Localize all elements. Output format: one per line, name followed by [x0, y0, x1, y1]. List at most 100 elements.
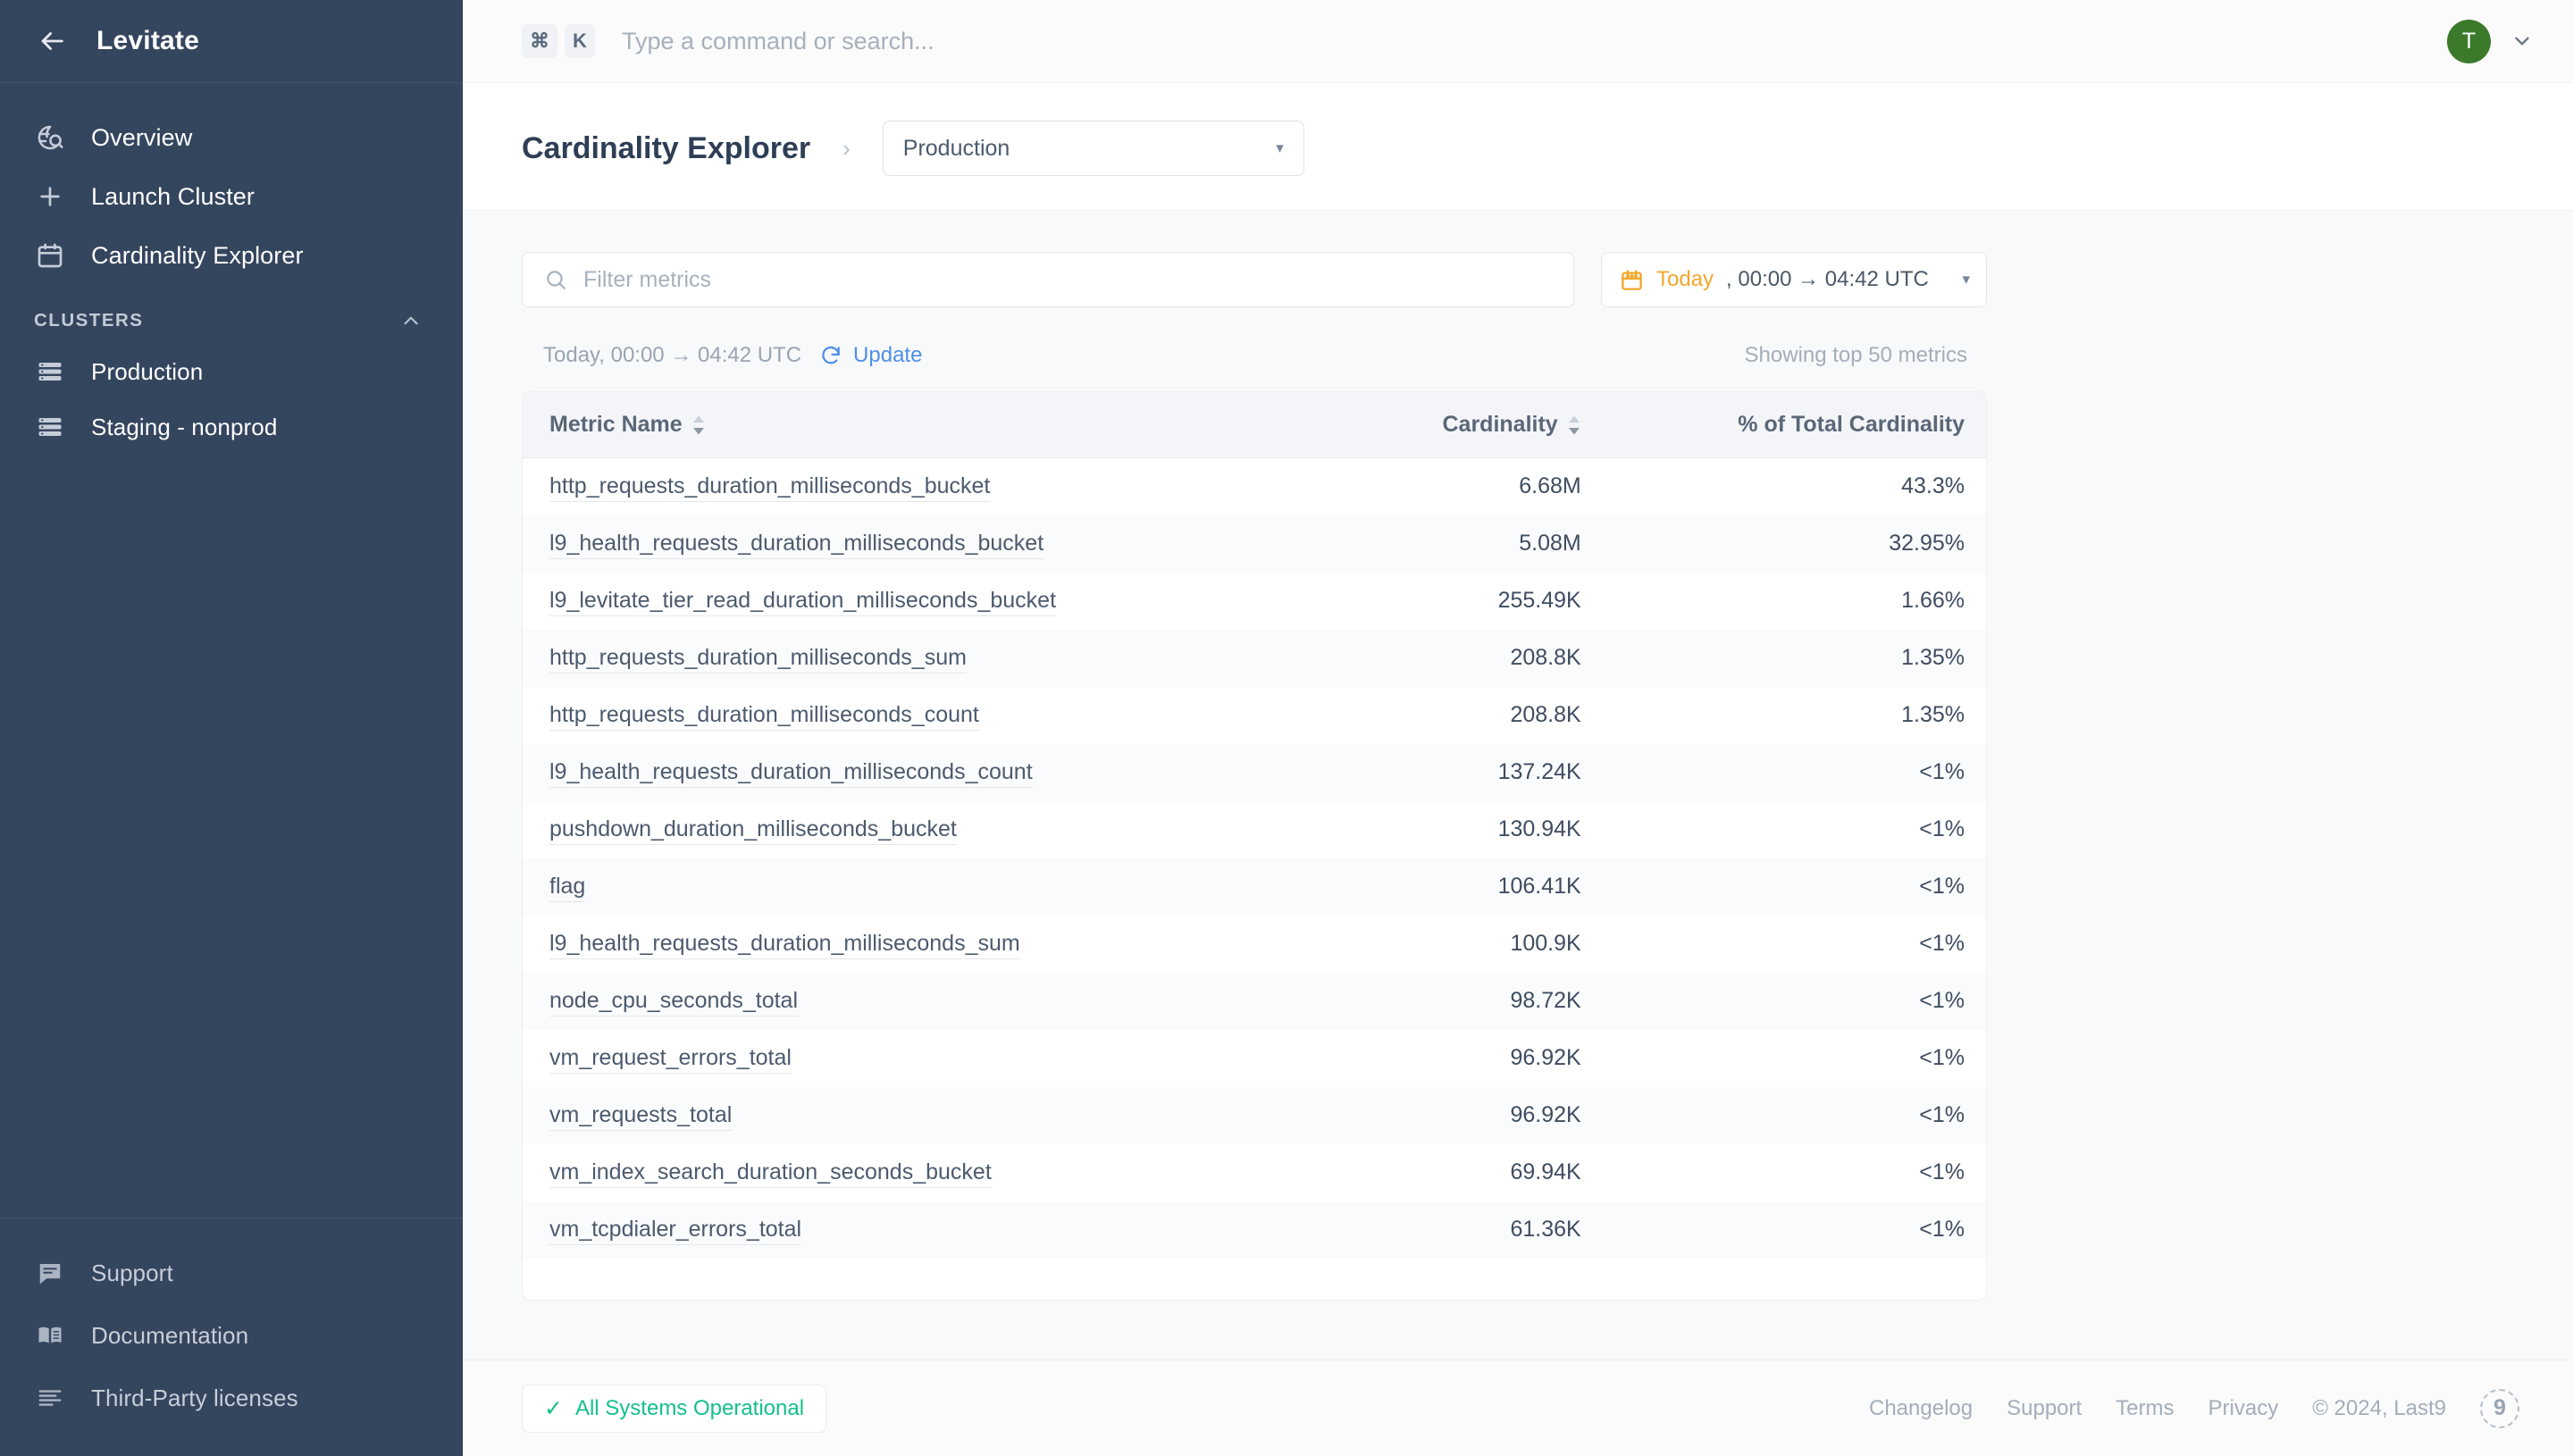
sidebar-section-clusters[interactable]: CLUSTERS [0, 285, 463, 344]
sidebar-item-launch-cluster[interactable]: Launch Cluster [0, 167, 463, 226]
table-row[interactable]: pushdown_duration_milliseconds_bucket130… [523, 801, 1986, 858]
metric-name-link[interactable]: http_requests_duration_milliseconds_buck… [549, 473, 990, 502]
sidebar-item-third-party-licenses[interactable]: Third-Party licenses [0, 1367, 463, 1429]
metric-name-cell[interactable]: node_cpu_seconds_total [523, 973, 1354, 1030]
sidebar-cluster-production[interactable]: Production [0, 344, 463, 399]
sidebar-item-overview[interactable]: Overview [0, 108, 463, 167]
pct-total-cell: 32.95% [1599, 515, 1986, 573]
filter-metrics-box[interactable] [522, 252, 1574, 307]
metric-name-cell[interactable]: vm_requests_total [523, 1087, 1354, 1144]
metrics-table-card: Metric Name [522, 391, 1987, 1301]
table-row[interactable]: l9_health_requests_duration_milliseconds… [523, 515, 1986, 573]
sidebar-section-label: CLUSTERS [34, 310, 143, 331]
command-shortcut-group[interactable]: ⌘ K [522, 24, 595, 58]
cardinality-cell: 208.8K [1354, 630, 1598, 687]
table-row[interactable]: vm_request_errors_total96.92K<1% [523, 1030, 1986, 1087]
chevron-up-icon[interactable] [398, 308, 423, 333]
table-row[interactable]: http_requests_duration_milliseconds_coun… [523, 687, 1986, 744]
server-stack-icon [34, 356, 66, 388]
metric-name-link[interactable]: l9_health_requests_duration_milliseconds… [549, 759, 1033, 788]
sidebar-item-label: Overview [91, 124, 192, 152]
update-button[interactable]: Update [819, 343, 922, 368]
chevron-down-icon[interactable] [2510, 29, 2534, 53]
kbd-command-icon: ⌘ [522, 24, 557, 58]
metric-name-cell[interactable]: l9_levitate_tier_read_duration_milliseco… [523, 573, 1354, 630]
pct-total-cell: <1% [1599, 1030, 1986, 1087]
pct-total-cell: 43.3% [1599, 458, 1986, 515]
table-row[interactable]: vm_index_search_duration_seconds_bucket6… [523, 1144, 1986, 1201]
sidebar-cluster-label: Production [91, 358, 203, 386]
cluster-select[interactable]: Production ▾ [883, 121, 1304, 176]
metric-name-cell[interactable]: l9_health_requests_duration_milliseconds… [523, 744, 1354, 801]
command-search-input[interactable] [622, 28, 2447, 55]
user-menu[interactable]: T [2447, 20, 2534, 63]
footer-links: Changelog Support Terms Privacy © 2024, … [1869, 1389, 2519, 1428]
metric-name-link[interactable]: vm_tcpdialer_errors_total [549, 1217, 801, 1245]
metric-name-cell[interactable]: l9_health_requests_duration_milliseconds… [523, 515, 1354, 573]
metric-name-link[interactable]: vm_index_search_duration_seconds_bucket [549, 1159, 992, 1188]
metric-name-cell[interactable]: vm_tcpdialer_errors_total [523, 1201, 1354, 1259]
metric-name-cell[interactable]: vm_index_search_duration_seconds_bucket [523, 1144, 1354, 1201]
table-row[interactable]: http_requests_duration_milliseconds_sum 2… [523, 630, 1986, 687]
table-row[interactable]: node_cpu_seconds_total98.72K<1% [523, 973, 1986, 1030]
metric-name-link[interactable]: flag [549, 874, 585, 902]
footer-link-support[interactable]: Support [2007, 1396, 2082, 1421]
sidebar-item-cardinality-explorer[interactable]: Cardinality Explorer [0, 226, 463, 285]
cardinality-cell: 208.8K [1354, 687, 1598, 744]
cardinality-cell: 96.92K [1354, 1087, 1598, 1144]
status-badge[interactable]: ✓ All Systems Operational [522, 1385, 826, 1433]
column-header-cardinality[interactable]: Cardinality [1354, 392, 1598, 458]
metric-name-cell[interactable]: http_requests_duration_milliseconds_sum [523, 630, 1354, 687]
content-area: Today , 00:00 → 04:42 UTC ▾ Today, 00:00… [463, 211, 2573, 1360]
sidebar-cluster-staging[interactable]: Staging - nonprod [0, 399, 463, 455]
metric-name-link[interactable]: http_requests_duration_milliseconds_sum [549, 645, 967, 674]
metric-name-link[interactable]: l9_health_requests_duration_milliseconds… [549, 931, 1020, 959]
footer-link-privacy[interactable]: Privacy [2208, 1396, 2279, 1421]
pct-total-cell: 1.66% [1599, 573, 1986, 630]
footer-link-terms[interactable]: Terms [2116, 1396, 2174, 1421]
table-row[interactable]: vm_tcpdialer_errors_total61.36K<1% [523, 1201, 1986, 1259]
book-icon [34, 1319, 66, 1351]
metric-name-cell[interactable]: vm_request_errors_total [523, 1030, 1354, 1087]
metric-name-link[interactable]: vm_requests_total [549, 1102, 732, 1131]
sidebar-cluster-label: Staging - nonprod [91, 414, 277, 441]
sidebar-item-documentation[interactable]: Documentation [0, 1304, 463, 1367]
metric-name-link[interactable]: pushdown_duration_milliseconds_bucket [549, 816, 957, 845]
last9-logo-icon[interactable]: 9 [2480, 1389, 2519, 1428]
date-range-picker[interactable]: Today , 00:00 → 04:42 UTC ▾ [1601, 252, 1987, 307]
footer-link-changelog[interactable]: Changelog [1869, 1396, 1973, 1421]
column-header-pct-total[interactable]: % of Total Cardinality [1599, 392, 1986, 458]
cardinality-cell: 255.49K [1354, 573, 1598, 630]
sort-icon[interactable] [691, 414, 706, 436]
showing-count-label: Showing top 50 metrics [1745, 343, 1967, 368]
avatar[interactable]: T [2447, 20, 2491, 63]
metric-name-cell[interactable]: flag [523, 858, 1354, 916]
table-row[interactable]: l9_health_requests_duration_milliseconds… [523, 916, 1986, 973]
table-row[interactable]: l9_levitate_tier_read_duration_milliseco… [523, 573, 1986, 630]
sidebar-footer-label: Third-Party licenses [91, 1385, 298, 1412]
date-range-value: , 00:00 → 04:42 UTC [1726, 267, 1949, 292]
metric-name-link[interactable]: l9_health_requests_duration_milliseconds… [549, 531, 1043, 559]
metric-name-cell[interactable]: http_requests_duration_milliseconds_coun… [523, 687, 1354, 744]
cardinality-cell: 98.72K [1354, 973, 1598, 1030]
chat-icon [34, 1257, 66, 1289]
lines-icon [34, 1382, 66, 1414]
filter-metrics-input[interactable] [583, 267, 1552, 293]
metric-name-cell[interactable]: pushdown_duration_milliseconds_bucket [523, 801, 1354, 858]
metric-name-link[interactable]: vm_request_errors_total [549, 1045, 792, 1074]
metric-name-link[interactable]: node_cpu_seconds_total [549, 988, 798, 1017]
table-row[interactable]: flag106.41K<1% [523, 858, 1986, 916]
metric-name-cell[interactable]: http_requests_duration_milliseconds_buck… [523, 458, 1354, 515]
arrow-left-icon[interactable] [34, 23, 70, 59]
metric-name-link[interactable]: http_requests_duration_milliseconds_coun… [549, 702, 979, 731]
column-header-metric-name[interactable]: Metric Name [523, 392, 1354, 458]
metric-name-cell[interactable]: l9_health_requests_duration_milliseconds… [523, 916, 1354, 973]
server-stack-icon [34, 411, 66, 443]
table-row[interactable]: l9_health_requests_duration_milliseconds… [523, 744, 1986, 801]
metric-name-link[interactable]: l9_levitate_tier_read_duration_milliseco… [549, 588, 1056, 616]
table-row[interactable]: http_requests_duration_milliseconds_buck… [523, 458, 1986, 515]
pct-total-cell: <1% [1599, 858, 1986, 916]
table-row[interactable]: vm_requests_total96.92K<1% [523, 1087, 1986, 1144]
sidebar-item-support[interactable]: Support [0, 1242, 463, 1304]
sort-icon[interactable] [1567, 414, 1581, 436]
